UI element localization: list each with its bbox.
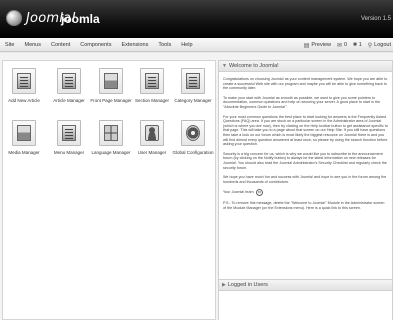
icon-frame [140,120,164,146]
menu-extensions[interactable]: Extensions [116,42,153,48]
icon-label: Language Manager [91,150,131,155]
icon-label: Menu Manager [53,150,85,155]
section-manager-button[interactable]: Section Manager [133,63,171,107]
language-manager-icon [104,125,118,141]
user-manager-icon [145,125,159,141]
preview-icon: ▤ [303,42,310,49]
menu-site[interactable]: Site [0,42,19,48]
media-manager-icon [17,125,31,141]
joomla-logo-icon [6,10,22,26]
user-manager-button[interactable]: User Manager [133,115,171,159]
article-manager-button[interactable]: Article Manager [50,63,88,107]
status-area: ▤ Preview ✉ 0 ■ 1 ⚲ Logout [304,38,391,52]
menu-manager-icon [62,125,76,141]
front-page-icon [104,73,118,89]
welcome-panel-title: Welcome to Joomla! [228,63,279,69]
welcome-paragraph: To make your start with Joomla! as smoot… [223,95,381,109]
menu-manager-button[interactable]: Menu Manager [50,115,88,159]
menu-help[interactable]: Help [176,42,197,48]
smiley-icon [255,189,263,197]
icon-frame [57,120,81,146]
quick-icons: Add New Article Article Manager Front Pa… [3,61,217,171]
section-manager-icon [145,73,159,89]
category-manager-icon [186,73,200,89]
logout-icon: ⚲ [367,42,373,49]
version-label: Version 1.5 [360,16,391,22]
admin-header: Joomla! joomla Version 1.5 [0,0,393,38]
welcome-panel-header[interactable]: ▼ Welcome to Joomla! [219,61,392,72]
welcome-panel-body: Congratulations on choosing Joomla! as y… [219,72,392,210]
signoff: Your Joomla! team [223,189,388,197]
logout-label: Logout [374,42,391,48]
welcome-ps: P.S.: To remove this message, delete the… [223,201,385,210]
icon-frame [12,68,36,94]
users-link[interactable]: ■ 1 [353,42,362,48]
new-article-icon [17,73,31,89]
control-panel: Add New Article Article Manager Front Pa… [2,60,216,320]
add-new-article-button[interactable]: Add New Article [5,63,43,107]
content-area: Add New Article Article Manager Front Pa… [0,53,393,320]
logged-in-users-title: Logged in Users [227,282,268,288]
global-configuration-button[interactable]: Global Configuration [172,115,214,159]
messages-link[interactable]: ✉ 0 [337,42,347,49]
users-count: 1 [358,42,362,48]
menu-components[interactable]: Components [75,42,116,48]
welcome-paragraph: Security is a big concern for us, which … [223,151,387,170]
logged-in-users-panel-header[interactable]: ▶ Logged in Users [218,279,393,291]
welcome-paragraph: We hope you have much fun and success wi… [223,175,387,184]
category-manager-button[interactable]: Category Manager [174,63,212,107]
user-icon: ■ [353,42,357,48]
icon-frame [140,68,164,94]
language-manager-button[interactable]: Language Manager [91,115,131,159]
preview-label: Preview [311,42,331,48]
icon-label: User Manager [137,150,167,155]
icon-frame [99,120,123,146]
icon-frame [57,68,81,94]
icon-frame [181,68,205,94]
chevron-down-icon: ▼ [222,63,227,69]
icon-label: Article Manager [53,98,85,103]
media-manager-button[interactable]: Media Manager [5,115,43,159]
site-name: joomla [61,12,100,26]
icon-frame [12,120,36,146]
article-manager-icon [62,73,76,89]
icon-label: Section Manager [134,98,170,103]
admin-menu-bar: Site Menus Content Components Extensions… [0,38,393,52]
icon-frame [181,120,205,146]
chevron-right-icon: ▶ [222,282,226,288]
menu-menus[interactable]: Menus [19,42,46,48]
icon-label: Front Page Manager [90,98,132,103]
config-icon [186,125,200,141]
icon-frame [99,68,123,94]
mail-icon: ✉ [336,42,343,49]
front-page-manager-button[interactable]: Front Page Manager [90,63,132,107]
icon-label: Category Manager [174,98,212,103]
icon-label: Add New Article [8,98,40,103]
icon-label: Media Manager [8,150,40,155]
welcome-paragraph: For your most common questions the best … [223,114,388,147]
icon-label: Global Configuration [172,150,214,155]
preview-link[interactable]: ▤ Preview [304,42,331,49]
messages-count: 0 [344,42,348,48]
signoff-text: Your Joomla! team [223,190,254,195]
menu-content[interactable]: Content [46,42,75,48]
menu-tools[interactable]: Tools [153,42,176,48]
welcome-paragraph: Congratulations on choosing Joomla! as y… [223,77,388,91]
logout-link[interactable]: ⚲ Logout [368,42,391,49]
